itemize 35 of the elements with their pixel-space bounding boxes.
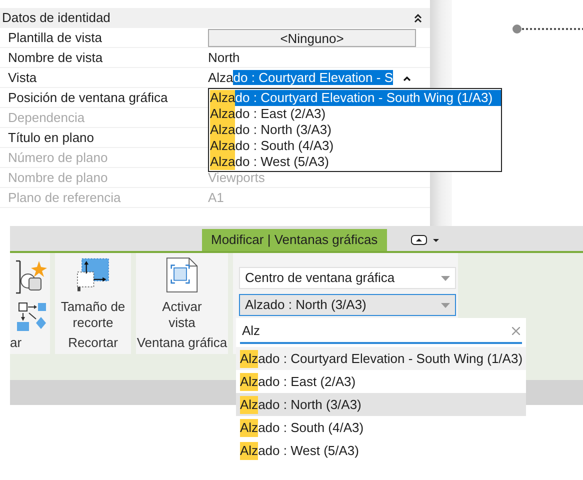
ribbon-tab[interactable]: Modificar | Ventanas gráficas bbox=[202, 229, 387, 251]
property-label: Número de plano bbox=[7, 149, 109, 168]
clear-icon[interactable] bbox=[512, 327, 520, 335]
property-label: Nombre de plano bbox=[7, 169, 109, 188]
property-label: Vista bbox=[7, 69, 38, 88]
caret-icon[interactable] bbox=[403, 76, 411, 80]
property-value: Viewports bbox=[208, 169, 265, 188]
panel-title: Ventana gráfica bbox=[136, 334, 228, 352]
dropdown-arrow-icon[interactable] bbox=[441, 276, 450, 280]
document-icon[interactable] bbox=[166, 257, 198, 293]
property-label: Posición de ventana gráfica bbox=[7, 89, 169, 108]
property-label: Dependencia bbox=[7, 109, 86, 128]
combo-box[interactable]: Centro de ventana gráfica bbox=[239, 267, 456, 289]
button-label[interactable]: Activar vista bbox=[154, 299, 210, 331]
panel-title: ar bbox=[10, 334, 22, 352]
section-title: Datos de identidad bbox=[1, 9, 110, 28]
template-button[interactable]: <Ninguno> bbox=[208, 29, 416, 47]
property-value: North bbox=[208, 49, 240, 68]
shapes-drawing[interactable] bbox=[16, 259, 48, 332]
button-label[interactable]: Tamaño de recorte bbox=[57, 299, 129, 331]
panel-title: Recortar bbox=[68, 334, 118, 352]
property-value: A1 bbox=[208, 189, 224, 208]
property-label: Nombre de vista bbox=[7, 49, 104, 68]
tab-options-icon[interactable] bbox=[410, 235, 441, 245]
connector-line bbox=[512, 24, 583, 34]
property-label: Plano de referencia bbox=[7, 189, 122, 208]
property-label: Plantilla de vista bbox=[7, 29, 103, 48]
dropdown-option[interactable]: Alzado : North (3/A3) bbox=[236, 393, 526, 416]
dropdown-option[interactable]: Alzado : Courtyard Elevation - South Wing (1/A3) bbox=[236, 347, 526, 370]
crop-size-icon[interactable] bbox=[76, 257, 110, 293]
search-field[interactable]: Alz bbox=[240, 320, 522, 344]
collapse-icon[interactable] bbox=[414, 14, 422, 22]
combo-box[interactable]: Alzado : North (3/A3) bbox=[239, 294, 456, 316]
section-header[interactable]: Datos de identidad bbox=[0, 8, 430, 28]
property-label: Título en plano bbox=[7, 129, 96, 148]
